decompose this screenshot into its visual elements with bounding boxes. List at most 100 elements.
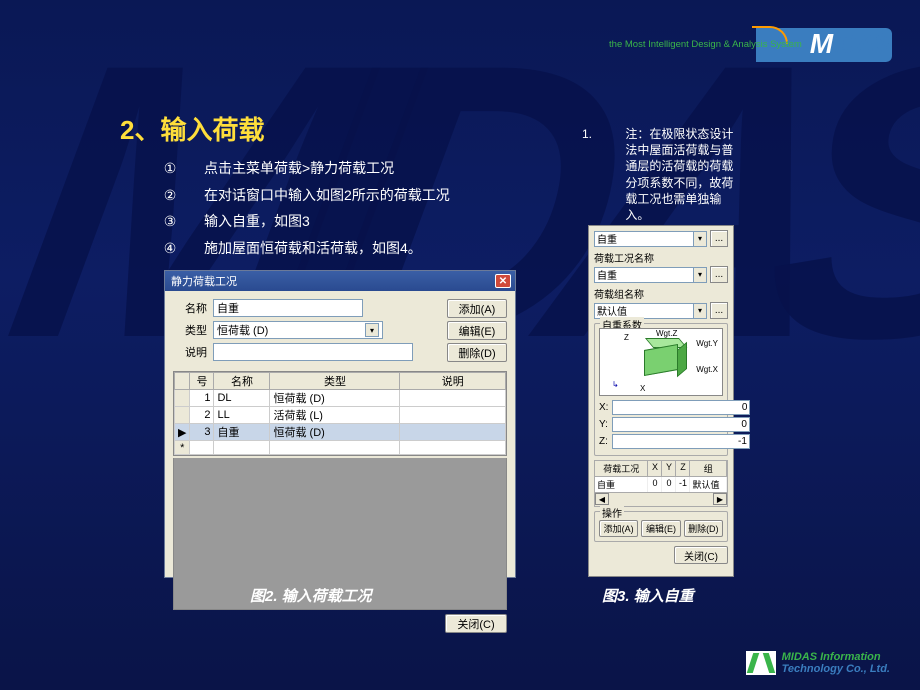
panel-type-select[interactable]: 自重 ▾ bbox=[594, 231, 707, 247]
lr-x: 0 bbox=[648, 477, 662, 492]
axis-wz-label: Wgt.Z bbox=[656, 329, 677, 338]
col-num: 号 bbox=[190, 373, 214, 390]
figure2-caption: 图2. 输入荷载工况 bbox=[250, 585, 372, 606]
hdr-group: 组 bbox=[690, 461, 727, 476]
cell-type: 恒荷载 (D) bbox=[270, 390, 400, 407]
cell-name: DL bbox=[214, 390, 270, 407]
group-label: 荷载组名称 bbox=[594, 286, 728, 301]
scroll-right-icon[interactable]: ▶ bbox=[713, 493, 727, 505]
cell-name: LL bbox=[214, 407, 270, 424]
delete-button[interactable]: 删除(D) bbox=[447, 343, 507, 362]
edit-button[interactable]: 编辑(E) bbox=[447, 321, 507, 340]
factor-group: 自重系数 Z X Wgt.Z Wgt.Y Wgt.X ↳ X: Y: bbox=[594, 323, 728, 456]
cell-num: 3 bbox=[190, 424, 214, 441]
table-row-selected[interactable]: ▶ 3 自重 恒荷载 (D) bbox=[175, 424, 506, 441]
form-fields: 名称 类型 恒荷载 (D) ▾ 说明 bbox=[173, 299, 441, 365]
hdr-x: X bbox=[648, 461, 662, 476]
section-heading: 2、输入荷载 bbox=[120, 110, 264, 147]
chevron-down-icon: ▾ bbox=[693, 304, 706, 318]
ops-buttons: 添加(A) 编辑(E) 删除(D) bbox=[599, 520, 723, 537]
form-row: 说明 bbox=[173, 343, 441, 361]
form-buttons: 添加(A) 编辑(E) 删除(D) bbox=[447, 299, 507, 365]
logo-rest: IDAS bbox=[831, 28, 890, 60]
hdr-case: 荷载工况 bbox=[595, 461, 648, 476]
tagline: the Most Intelligent Design & Analysis S… bbox=[609, 39, 802, 50]
cell-desc bbox=[400, 390, 506, 407]
step-marker: ① bbox=[162, 155, 178, 182]
lr-y: 0 bbox=[662, 477, 676, 492]
cell bbox=[190, 441, 214, 455]
side-note: 1. 注：在极限状态设计法中屋面活荷载与普通层的活荷载的荷载分项系数不同，故荷载… bbox=[582, 126, 738, 223]
add-button[interactable]: 添加(A) bbox=[599, 520, 638, 537]
case-row: 自重 ▾ ... bbox=[594, 266, 728, 283]
cell-type: 活荷载 (L) bbox=[270, 407, 400, 424]
step-marker: ④ bbox=[162, 235, 178, 262]
z-input[interactable] bbox=[612, 434, 750, 449]
step-text: 输入自重，如图3 bbox=[204, 208, 310, 235]
group-value: 默认值 bbox=[597, 303, 627, 318]
axis-x-label: X bbox=[640, 384, 645, 393]
label-desc: 说明 bbox=[173, 344, 207, 360]
name-input[interactable] bbox=[213, 299, 363, 317]
cube-icon bbox=[644, 344, 678, 376]
col-blank bbox=[175, 373, 190, 390]
table-row[interactable]: 2 LL 活荷载 (L) bbox=[175, 407, 506, 424]
dialog-titlebar[interactable]: 静力荷载工况 ✕ bbox=[165, 271, 515, 291]
y-label: Y: bbox=[599, 419, 608, 430]
close-button[interactable]: 关闭(C) bbox=[674, 546, 728, 564]
row-ptr bbox=[175, 390, 190, 407]
load-case-grid[interactable]: 号 名称 类型 说明 1 DL 恒荷载 (D) 2 LL 活荷载 (L) bbox=[173, 371, 507, 456]
edit-button[interactable]: 编辑(E) bbox=[641, 520, 680, 537]
footer-logo: MIDAS Information Technology Co., Ltd. bbox=[746, 651, 890, 676]
scroll-left-icon[interactable]: ◀ bbox=[595, 493, 609, 505]
close-icon[interactable]: ✕ bbox=[495, 274, 511, 288]
top-row: 自重 ▾ ... bbox=[594, 230, 728, 247]
cell bbox=[214, 441, 270, 455]
lr-z: -1 bbox=[676, 477, 690, 492]
step-item: ④施加屋面恒荷载和活荷载，如图4。 bbox=[162, 235, 532, 262]
delete-button[interactable]: 删除(D) bbox=[684, 520, 723, 537]
step-text: 在对话窗口中输入如图2所示的荷载工况 bbox=[204, 182, 450, 209]
more-button[interactable]: ... bbox=[710, 230, 728, 247]
add-button[interactable]: 添加(A) bbox=[447, 299, 507, 318]
col-type: 类型 bbox=[270, 373, 400, 390]
x-label: X: bbox=[599, 402, 608, 413]
form-row: 名称 bbox=[173, 299, 441, 317]
axis-diagram: Z X Wgt.Z Wgt.Y Wgt.X ↳ bbox=[599, 328, 723, 396]
close-button[interactable]: 关闭(C) bbox=[445, 614, 507, 633]
table-row[interactable]: 1 DL 恒荷载 (D) bbox=[175, 390, 506, 407]
table-row-new[interactable]: * bbox=[175, 441, 506, 455]
cell-desc bbox=[400, 424, 506, 441]
type-select[interactable]: 恒荷载 (D) ▾ bbox=[213, 321, 383, 339]
load-case-dialog: 静力荷载工况 ✕ 名称 类型 恒荷载 (D) ▾ 说明 bbox=[164, 270, 516, 578]
row-pointer-icon: ▶ bbox=[175, 424, 190, 441]
footer-text: MIDAS Information Technology Co., Ltd. bbox=[782, 651, 890, 676]
step-item: ①点击主菜单荷载>静力荷载工况 bbox=[162, 155, 532, 182]
desc-input[interactable] bbox=[213, 343, 413, 361]
step-marker: ③ bbox=[162, 208, 178, 235]
dialog-footer: 关闭(C) bbox=[165, 610, 515, 637]
cell bbox=[400, 441, 506, 455]
group-more-button[interactable]: ... bbox=[710, 302, 728, 319]
table-header: 号 名称 类型 说明 bbox=[175, 373, 506, 390]
axis-wy-label: Wgt.Y bbox=[696, 339, 718, 348]
step-item: ③ 输入自重，如图3 bbox=[162, 208, 532, 235]
origin-icon: ↳ bbox=[612, 380, 619, 389]
step-marker: ② bbox=[162, 182, 178, 209]
ops-legend: 操作 bbox=[600, 505, 624, 520]
form-row: 类型 恒荷载 (D) ▾ bbox=[173, 321, 441, 339]
list-row[interactable]: 自重 0 0 -1 默认值 bbox=[594, 477, 728, 493]
label-name: 名称 bbox=[173, 300, 207, 316]
case-select[interactable]: 自重 ▾ bbox=[594, 267, 707, 283]
cell-name: 自重 bbox=[214, 424, 270, 441]
cell-num: 1 bbox=[190, 390, 214, 407]
self-weight-panel: 自重 ▾ ... 荷载工况名称 自重 ▾ ... 荷载组名称 默认值 ▾ ...… bbox=[588, 225, 734, 577]
cube-side-icon bbox=[677, 342, 687, 377]
load-case-table: 号 名称 类型 说明 1 DL 恒荷载 (D) 2 LL 活荷载 (L) bbox=[174, 372, 506, 455]
chevron-down-icon: ▾ bbox=[365, 323, 379, 337]
select-value: 自重 bbox=[597, 231, 617, 246]
case-more-button[interactable]: ... bbox=[710, 266, 728, 283]
x-input[interactable] bbox=[612, 400, 750, 415]
footer-line2: Technology Co., Ltd. bbox=[782, 663, 890, 676]
y-input[interactable] bbox=[612, 417, 750, 432]
